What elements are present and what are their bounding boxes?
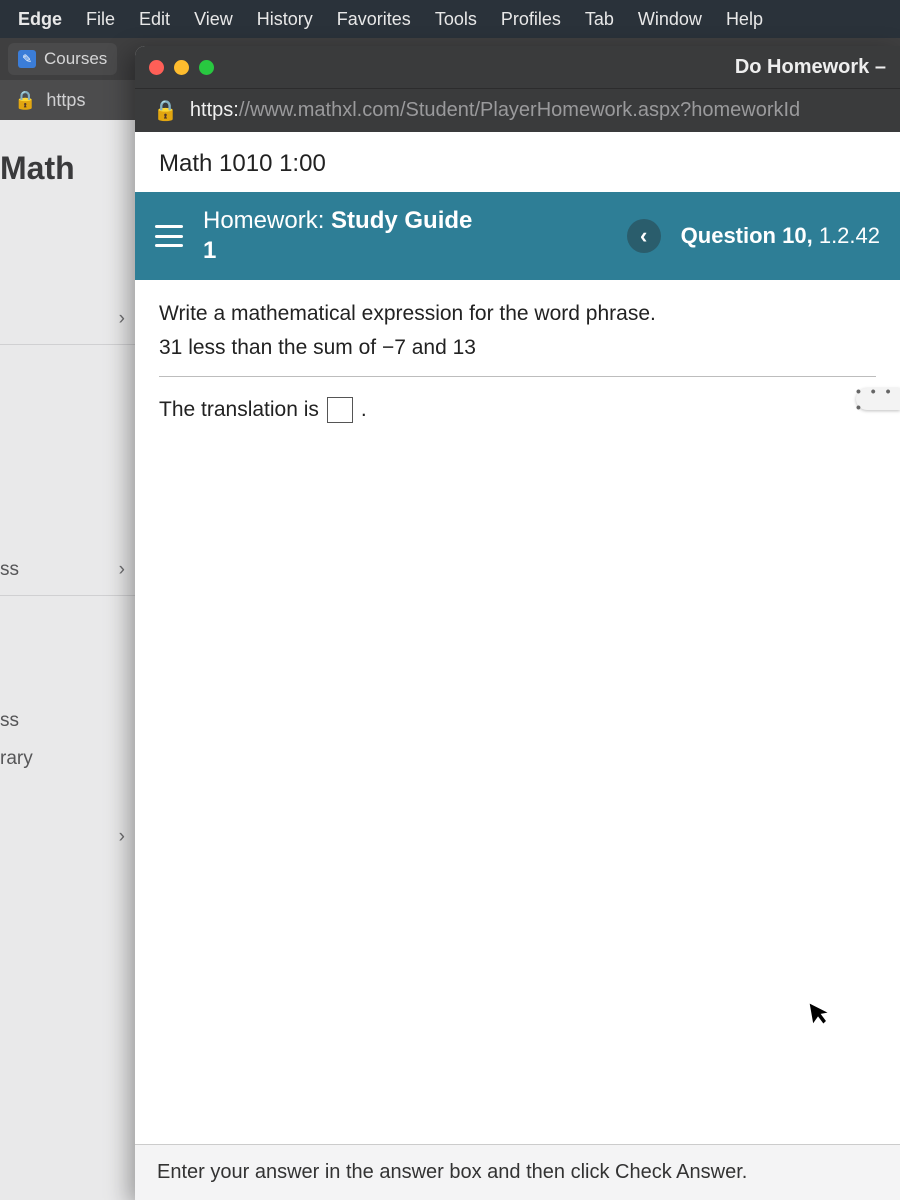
window-traffic-lights — [149, 60, 214, 75]
background-sidebar: › ss › ss rary › — [0, 300, 135, 856]
menubar-edit[interactable]: Edit — [127, 9, 182, 30]
divider — [0, 595, 135, 596]
lock-icon: 🔒 — [14, 90, 36, 111]
menubar-profiles[interactable]: Profiles — [489, 9, 573, 30]
chevron-right-icon: › — [119, 308, 125, 330]
chevron-right-icon: › — [119, 826, 125, 848]
sidebar-item[interactable]: rary — [0, 740, 135, 778]
homework-title: Homework: Study Guide 1 — [203, 206, 483, 266]
menubar-window[interactable]: Window — [626, 9, 714, 30]
menubar-file[interactable]: File — [74, 9, 127, 30]
url-path: //www.mathxl.com/Student/PlayerHomework.… — [239, 99, 800, 121]
sidebar-item[interactable]: ss — [0, 702, 135, 740]
menubar-history[interactable]: History — [245, 9, 325, 30]
homework-header: Homework: Study Guide 1 ‹ Question 10, 1… — [135, 192, 900, 280]
sidebar-item[interactable]: › — [0, 818, 135, 856]
divider — [159, 376, 876, 377]
background-tab-courses[interactable]: ✎ Courses — [8, 43, 117, 75]
course-title: Math 1010 1:00 — [135, 132, 900, 192]
chevron-right-icon: › — [119, 559, 125, 581]
background-address-text: https — [46, 90, 85, 111]
translation-suffix: . — [361, 398, 367, 422]
popup-window-title: Do Homework – — [224, 56, 886, 79]
answer-line: The translation is . — [159, 397, 876, 423]
pencil-icon: ✎ — [18, 50, 36, 68]
question-phrase: 31 less than the sum of −7 and 13 — [159, 336, 876, 360]
footer-instruction: Enter your answer in the answer box and … — [135, 1144, 900, 1200]
menubar-tools[interactable]: Tools — [423, 9, 489, 30]
menubar-view[interactable]: View — [182, 9, 245, 30]
answer-input[interactable] — [327, 397, 353, 423]
question-prompt: Write a mathematical expression for the … — [159, 302, 876, 326]
question-content: Write a mathematical expression for the … — [135, 280, 900, 1144]
divider — [0, 344, 135, 345]
menubar: Edge File Edit View History Favorites To… — [0, 0, 900, 38]
fullscreen-icon[interactable] — [199, 60, 214, 75]
translation-prefix: The translation is — [159, 398, 319, 422]
url-scheme: https: — [190, 99, 239, 121]
sidebar-item[interactable]: ss › — [0, 551, 135, 589]
menubar-favorites[interactable]: Favorites — [325, 9, 423, 30]
popup-titlebar: Do Homework – — [135, 46, 900, 88]
background-page-title: Math — [0, 150, 135, 187]
minimize-icon[interactable] — [174, 60, 189, 75]
more-options-button[interactable]: • • • • — [856, 388, 900, 410]
menubar-app[interactable]: Edge — [6, 9, 74, 30]
hamburger-icon[interactable] — [155, 225, 183, 247]
background-tab-label: Courses — [44, 49, 107, 69]
menubar-help[interactable]: Help — [714, 9, 775, 30]
question-label: Question 10, 1.2.42 — [681, 223, 880, 249]
chevron-left-icon: ‹ — [640, 223, 647, 249]
popup-address-bar[interactable]: 🔒 https://www.mathxl.com/Student/PlayerH… — [135, 88, 900, 132]
dots-icon: • • • • — [856, 383, 900, 415]
previous-question-button[interactable]: ‹ — [627, 219, 661, 253]
homework-window: Do Homework – 🔒 https://www.mathxl.com/S… — [135, 46, 900, 1200]
cursor-icon — [807, 999, 832, 1034]
close-icon[interactable] — [149, 60, 164, 75]
lock-icon: 🔒 — [153, 98, 178, 123]
sidebar-item[interactable]: › — [0, 300, 135, 338]
menubar-tab[interactable]: Tab — [573, 9, 626, 30]
